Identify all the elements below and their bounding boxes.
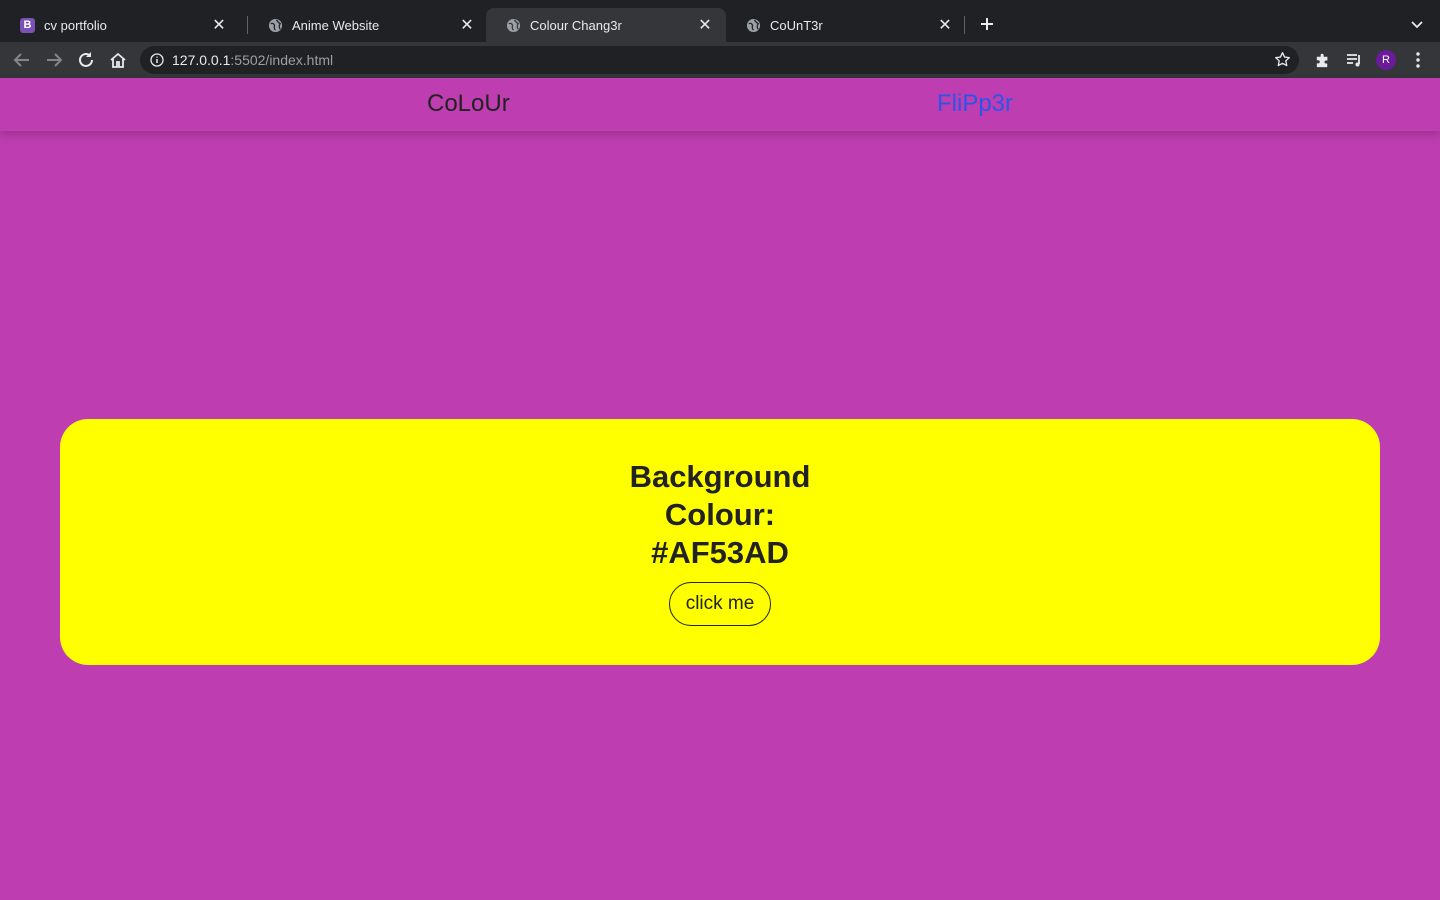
menu-button[interactable] (1406, 48, 1430, 72)
close-icon[interactable]: ✕ (210, 16, 228, 34)
arrow-right-icon (47, 53, 63, 67)
back-button[interactable] (10, 48, 34, 72)
browser-toolbar: 127.0.0.1:5502/index.html R (0, 42, 1440, 78)
tab-title: CoUnT3r (770, 17, 823, 33)
tab-title: cv portfolio (44, 17, 107, 33)
bootstrap-icon: B (20, 17, 35, 33)
new-tab-button[interactable] (975, 12, 999, 36)
tab-anime-website[interactable]: Anime Website ✕ (248, 8, 488, 42)
nav-link-flipper[interactable]: FliPp3r (937, 90, 1013, 118)
globe-icon (506, 18, 521, 33)
site-navbar: CoLoUr FliPp3r (0, 78, 1440, 131)
tab-colour-changer[interactable]: Colour Chang3r ✕ (486, 8, 726, 42)
tab-strip: B cv portfolio ✕ Anime Website ✕ Colour … (0, 0, 1440, 42)
media-controls-button[interactable] (1342, 48, 1366, 72)
background-colour-heading: Background Colour: #AF53AD (629, 459, 811, 570)
click-me-button[interactable]: click me (668, 582, 772, 626)
home-icon (110, 52, 126, 68)
reload-icon (79, 52, 93, 67)
bookmark-star-icon[interactable] (1274, 51, 1291, 68)
profile-avatar[interactable]: R (1376, 50, 1396, 70)
close-icon[interactable]: ✕ (458, 16, 476, 34)
plus-icon (981, 18, 993, 30)
arrow-left-icon (13, 53, 29, 67)
kebab-menu-icon (1416, 52, 1420, 68)
tab-search-button[interactable] (1406, 14, 1428, 36)
chevron-down-icon (1411, 21, 1423, 29)
url-host: 127.0.0.1 (172, 52, 231, 68)
url-path: :5502/index.html (230, 52, 334, 68)
globe-icon (268, 18, 283, 33)
close-icon[interactable]: ✕ (936, 16, 954, 34)
tab-cv-portfolio[interactable]: B cv portfolio ✕ (0, 8, 240, 42)
playlist-icon (1347, 54, 1360, 67)
tab-title: Anime Website (292, 17, 380, 33)
home-button[interactable] (106, 48, 130, 72)
tab-title: Colour Chang3r (530, 17, 622, 33)
page-viewport: CoLoUr FliPp3r Background Colour: #AF53A… (0, 78, 1440, 900)
tab-divider (964, 16, 965, 34)
forward-button[interactable] (42, 48, 66, 72)
globe-icon (746, 18, 761, 33)
extensions-button[interactable] (1310, 48, 1334, 72)
close-icon[interactable]: ✕ (696, 16, 714, 34)
puzzle-icon (1316, 53, 1327, 67)
tab-counter[interactable]: CoUnT3r ✕ (726, 8, 966, 42)
nav-link-colour[interactable]: CoLoUr (427, 90, 510, 118)
info-icon[interactable] (150, 53, 164, 67)
colour-card: Background Colour: #AF53AD click me (60, 419, 1380, 665)
reload-button[interactable] (74, 48, 98, 72)
address-bar[interactable]: 127.0.0.1:5502/index.html (140, 46, 1299, 74)
